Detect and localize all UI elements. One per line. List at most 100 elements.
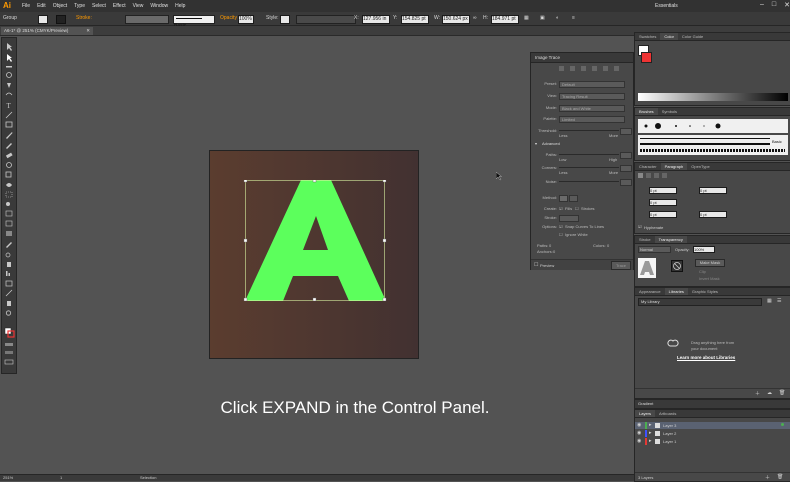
tab-paragraph[interactable]: Paragraph <box>660 163 688 170</box>
variable-width-profile[interactable] <box>125 15 169 24</box>
make-mask-button[interactable]: Make Mask <box>695 259 725 267</box>
method-abutting-button[interactable] <box>559 195 568 202</box>
stroke-label[interactable]: Stroke: <box>76 15 92 22</box>
align-controls[interactable] <box>296 15 356 24</box>
expand-chevron-icon[interactable]: ▸ <box>649 438 652 444</box>
view-dropdown[interactable]: Tracing Result <box>559 93 625 100</box>
mask-thumbnail[interactable] <box>671 260 683 272</box>
snap-curves-checkbox[interactable]: ☑ <box>559 224 563 229</box>
tab-color-guide[interactable]: Color Guide <box>678 33 707 40</box>
current-tool-status[interactable]: Selection <box>140 475 156 480</box>
corners-slider[interactable] <box>559 167 619 168</box>
visibility-eye-icon[interactable]: ◉ <box>637 422 641 428</box>
threshold-slider[interactable] <box>559 130 619 131</box>
menu-view[interactable]: View <box>133 3 144 9</box>
transparency-opacity-field[interactable]: 100% <box>693 246 715 253</box>
strokes-checkbox[interactable]: ☐ <box>575 206 579 211</box>
visibility-eye-icon[interactable]: ◉ <box>637 438 641 444</box>
space-after-field[interactable]: 0 pt <box>699 211 727 218</box>
menu-select[interactable]: Select <box>92 3 106 9</box>
high-color-preset-icon[interactable] <box>570 66 575 71</box>
auto-color-preset-icon[interactable] <box>559 66 564 71</box>
justify-icon[interactable] <box>662 173 667 178</box>
close-document-icon[interactable]: ✕ <box>86 27 90 35</box>
w-field[interactable]: 150.624 px <box>442 15 470 24</box>
low-color-preset-icon[interactable] <box>581 66 586 71</box>
tab-libraries[interactable]: Libraries <box>664 288 688 295</box>
brush-definition[interactable]: Basic <box>173 15 215 29</box>
brush-strokes-list[interactable]: Basic <box>638 135 788 155</box>
visibility-eye-icon[interactable]: ◉ <box>637 430 641 436</box>
menu-edit[interactable]: Edit <box>37 3 46 9</box>
palette-dropdown[interactable]: Limited <box>559 116 625 123</box>
menu-object[interactable]: Object <box>53 3 67 9</box>
menu-file[interactable]: File <box>22 3 30 9</box>
blend-mode-dropdown[interactable]: Normal <box>638 246 671 253</box>
threshold-field[interactable] <box>620 128 632 135</box>
tab-stroke[interactable]: Stroke <box>635 236 655 243</box>
paths-field[interactable] <box>620 152 632 159</box>
y-field[interactable]: 154.825 pt <box>401 15 429 24</box>
recolor-icon[interactable]: ◐ <box>556 15 559 22</box>
close-window-button[interactable]: ✕ <box>784 1 790 9</box>
traced-letter-artwork[interactable] <box>243 180 388 301</box>
layer-name[interactable]: Layer 3 <box>663 423 676 428</box>
align-left-icon[interactable] <box>638 173 643 178</box>
paths-slider[interactable] <box>559 154 619 155</box>
object-thumbnail[interactable] <box>638 258 656 278</box>
menu-type[interactable]: Type <box>74 3 85 9</box>
hyphenate-checkbox[interactable]: ☑ <box>638 224 642 229</box>
layer-row-1[interactable]: ◉ ▸ Layer 1 <box>635 438 790 445</box>
panel-menu-icon[interactable]: ≡ <box>572 15 575 22</box>
method-overlapping-button[interactable] <box>569 195 578 202</box>
corners-field[interactable] <box>620 165 632 172</box>
tab-layers[interactable]: Layers <box>635 410 656 417</box>
graphic-style-swatch[interactable] <box>280 15 290 24</box>
layer-row-3[interactable]: ◉ ▸ Layer 3 <box>635 422 790 429</box>
align-right-icon[interactable] <box>654 173 659 178</box>
learn-more-libraries-link[interactable]: Learn more about Libraries <box>677 355 735 360</box>
right-indent-field[interactable]: 0 pt <box>699 187 727 194</box>
zoom-level[interactable]: 251% <box>3 475 13 480</box>
mode-dropdown[interactable]: Black and White <box>559 105 625 112</box>
trace-button[interactable]: Trace <box>611 261 631 270</box>
tab-appearance[interactable]: Appearance <box>635 288 665 295</box>
noise-field[interactable] <box>620 179 632 186</box>
menu-effect[interactable]: Effect <box>113 3 126 9</box>
noise-slider[interactable] <box>559 181 619 182</box>
fill-swatch[interactable] <box>38 15 48 24</box>
document-tab[interactable]: A6-1* @ 251% (CMYK/Preview) ✕ <box>1 27 93 35</box>
black-white-preset-icon[interactable] <box>603 66 608 71</box>
tab-brushes[interactable]: Brushes <box>635 108 658 115</box>
x-field[interactable]: 127.956 in <box>362 15 390 24</box>
ignore-white-checkbox[interactable]: ☐ <box>559 232 563 237</box>
library-grid-view-icon[interactable]: ▦ <box>767 298 772 304</box>
gradient-panel-title[interactable]: Gradient <box>638 401 653 406</box>
tab-symbols[interactable]: Symbols <box>658 108 681 115</box>
library-add-icon[interactable]: ＋ <box>755 390 760 397</box>
workspace-switcher[interactable]: Essentials <box>655 3 678 9</box>
opacity-field[interactable]: 100% <box>238 15 254 24</box>
layer-target-icon[interactable] <box>781 423 784 426</box>
library-cloud-icon[interactable]: ☁ <box>767 390 772 396</box>
outline-preset-icon[interactable] <box>614 66 619 71</box>
tab-artboards[interactable]: Artboards <box>655 410 680 417</box>
opacity-label[interactable]: Opacity <box>220 15 237 22</box>
library-list-view-icon[interactable]: ☰ <box>777 298 781 304</box>
tab-character[interactable]: Character <box>635 163 661 170</box>
tab-color[interactable]: Color <box>660 33 678 40</box>
menu-help[interactable]: Help <box>175 3 185 9</box>
first-line-indent-field[interactable]: 0 pt <box>649 199 677 206</box>
preview-checkbox[interactable]: ☐ <box>534 262 538 268</box>
stroke-swatch[interactable] <box>56 15 66 24</box>
expand-chevron-icon[interactable]: ▸ <box>649 422 652 428</box>
space-before-field[interactable]: 0 pt <box>649 211 677 218</box>
menu-window[interactable]: Window <box>150 3 168 9</box>
tab-opentype[interactable]: OpenType <box>687 163 713 170</box>
layer-name[interactable]: Layer 2 <box>663 431 676 436</box>
tab-graphic-styles[interactable]: Graphic Styles <box>688 288 722 295</box>
align-center-icon[interactable] <box>646 173 651 178</box>
h-field[interactable]: 184.971 pt <box>491 15 519 24</box>
artboard-navigation[interactable]: 1 <box>60 475 62 480</box>
tab-transparency[interactable]: Transparency <box>654 236 687 243</box>
